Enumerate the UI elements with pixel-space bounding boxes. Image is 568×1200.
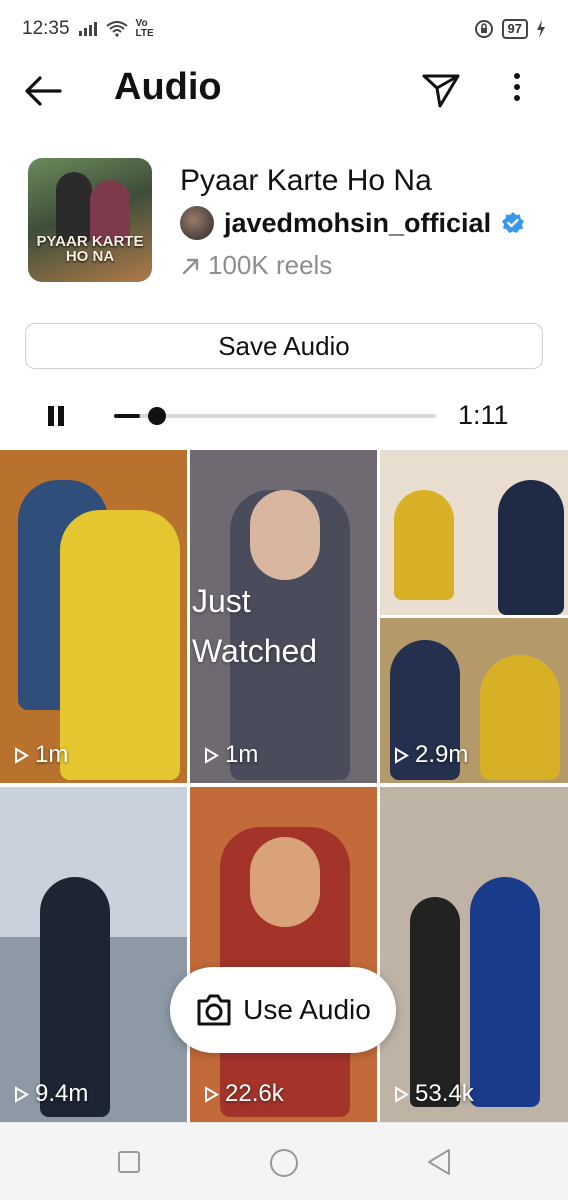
- just-watched-line2: Watched: [192, 633, 318, 669]
- use-audio-button[interactable]: Use Audio: [170, 967, 396, 1053]
- view-count: 9.4m: [14, 1080, 88, 1108]
- cover-title-line2: HO NA: [65, 248, 115, 265]
- tile-divider: [380, 615, 568, 618]
- cover-title: PYAAR KARTE HO NA: [28, 234, 152, 264]
- tile-figure: [498, 480, 564, 615]
- camera-icon: [197, 994, 231, 1026]
- view-count-value: 1m: [35, 741, 69, 768]
- use-audio-label: Use Audio: [243, 994, 371, 1025]
- play-icon: [15, 1085, 29, 1103]
- reels-count: 100K reels: [208, 250, 333, 280]
- tile-figure: [410, 897, 460, 1107]
- reel-tile[interactable]: 22.6k: [190, 787, 377, 1122]
- status-left: 12:35 Vo LTE: [22, 18, 154, 40]
- view-count: 1m: [14, 741, 68, 769]
- lock-rotation-icon: [474, 20, 493, 38]
- reel-tile[interactable]: 9.4m: [0, 787, 187, 1122]
- view-count-value: 2.9m: [415, 741, 469, 768]
- volte-label-bottom: LTE: [135, 28, 154, 39]
- status-right: 97: [474, 19, 546, 39]
- header: Audio: [0, 58, 568, 120]
- paper-plane-icon[interactable]: [418, 66, 464, 112]
- wifi-icon: [105, 21, 128, 37]
- tile-figure: [470, 877, 540, 1107]
- audio-info: PYAAR KARTE HO NA Pyaar Karte Ho Na jave…: [0, 150, 568, 290]
- vertical-dots-icon[interactable]: [500, 66, 534, 112]
- system-nav-bar: [0, 1122, 568, 1200]
- album-cover[interactable]: PYAAR KARTE HO NA: [28, 158, 152, 282]
- view-count: 53.4k: [394, 1080, 474, 1108]
- reel-tile[interactable]: 53.4k: [380, 787, 568, 1122]
- view-count-value: 53.4k: [415, 1080, 474, 1107]
- status-bar: 12:35 Vo LTE 97: [0, 0, 568, 58]
- charging-icon: [537, 20, 545, 38]
- just-watched-line1: Just: [192, 583, 251, 619]
- tile-figure: [250, 490, 320, 580]
- audio-player: 1:11: [0, 390, 568, 444]
- view-count: 2.9m: [394, 741, 468, 769]
- artist-name[interactable]: javedmohsin_official: [224, 208, 491, 239]
- play-icon: [395, 1085, 409, 1103]
- progress-track[interactable]: [114, 407, 436, 425]
- page-title: Audio: [114, 66, 222, 108]
- arrow-left-icon[interactable]: [22, 70, 64, 112]
- song-title: Pyaar Karte Ho Na: [180, 164, 432, 197]
- tile-figure: [394, 490, 454, 600]
- artist-row[interactable]: javedmohsin_official: [180, 206, 525, 240]
- tile-figure: [60, 510, 180, 780]
- tile-figure: [480, 655, 560, 780]
- tile-figure: [250, 837, 320, 927]
- view-count-value: 22.6k: [225, 1080, 284, 1107]
- recents-icon[interactable]: [118, 1151, 140, 1173]
- reels-count-row: 100K reels: [180, 250, 332, 281]
- save-audio-button[interactable]: Save Audio: [25, 323, 543, 369]
- avatar[interactable]: [180, 206, 214, 240]
- reel-tile[interactable]: 2.9m: [380, 450, 568, 783]
- reel-tile[interactable]: Just Watched 1m: [190, 450, 377, 783]
- view-count-value: 1m: [225, 741, 259, 768]
- signal-icon: [78, 22, 97, 36]
- progress-fill: [114, 414, 140, 418]
- pause-icon[interactable]: [44, 406, 68, 428]
- home-icon[interactable]: [270, 1149, 298, 1177]
- play-icon: [395, 746, 409, 764]
- play-icon: [205, 1085, 219, 1103]
- cover-title-line1: PYAAR KARTE: [36, 233, 144, 250]
- progress-thumb[interactable]: [147, 407, 166, 425]
- view-count: 1m: [204, 741, 258, 769]
- playback-time: 1:11: [458, 400, 509, 430]
- view-count-value: 9.4m: [35, 1080, 89, 1107]
- view-count: 22.6k: [204, 1080, 284, 1108]
- reel-tile[interactable]: 1m: [0, 450, 187, 783]
- trending-arrow-icon: [182, 258, 199, 274]
- back-triangle-icon[interactable]: [425, 1147, 453, 1177]
- verified-badge-icon: [502, 212, 525, 233]
- battery-level: 97: [501, 19, 528, 39]
- just-watched-label: Just Watched: [192, 576, 317, 676]
- play-icon: [15, 746, 29, 764]
- cover-figure-male: [56, 172, 92, 242]
- status-time: 12:35: [22, 18, 70, 39]
- play-icon: [205, 746, 219, 764]
